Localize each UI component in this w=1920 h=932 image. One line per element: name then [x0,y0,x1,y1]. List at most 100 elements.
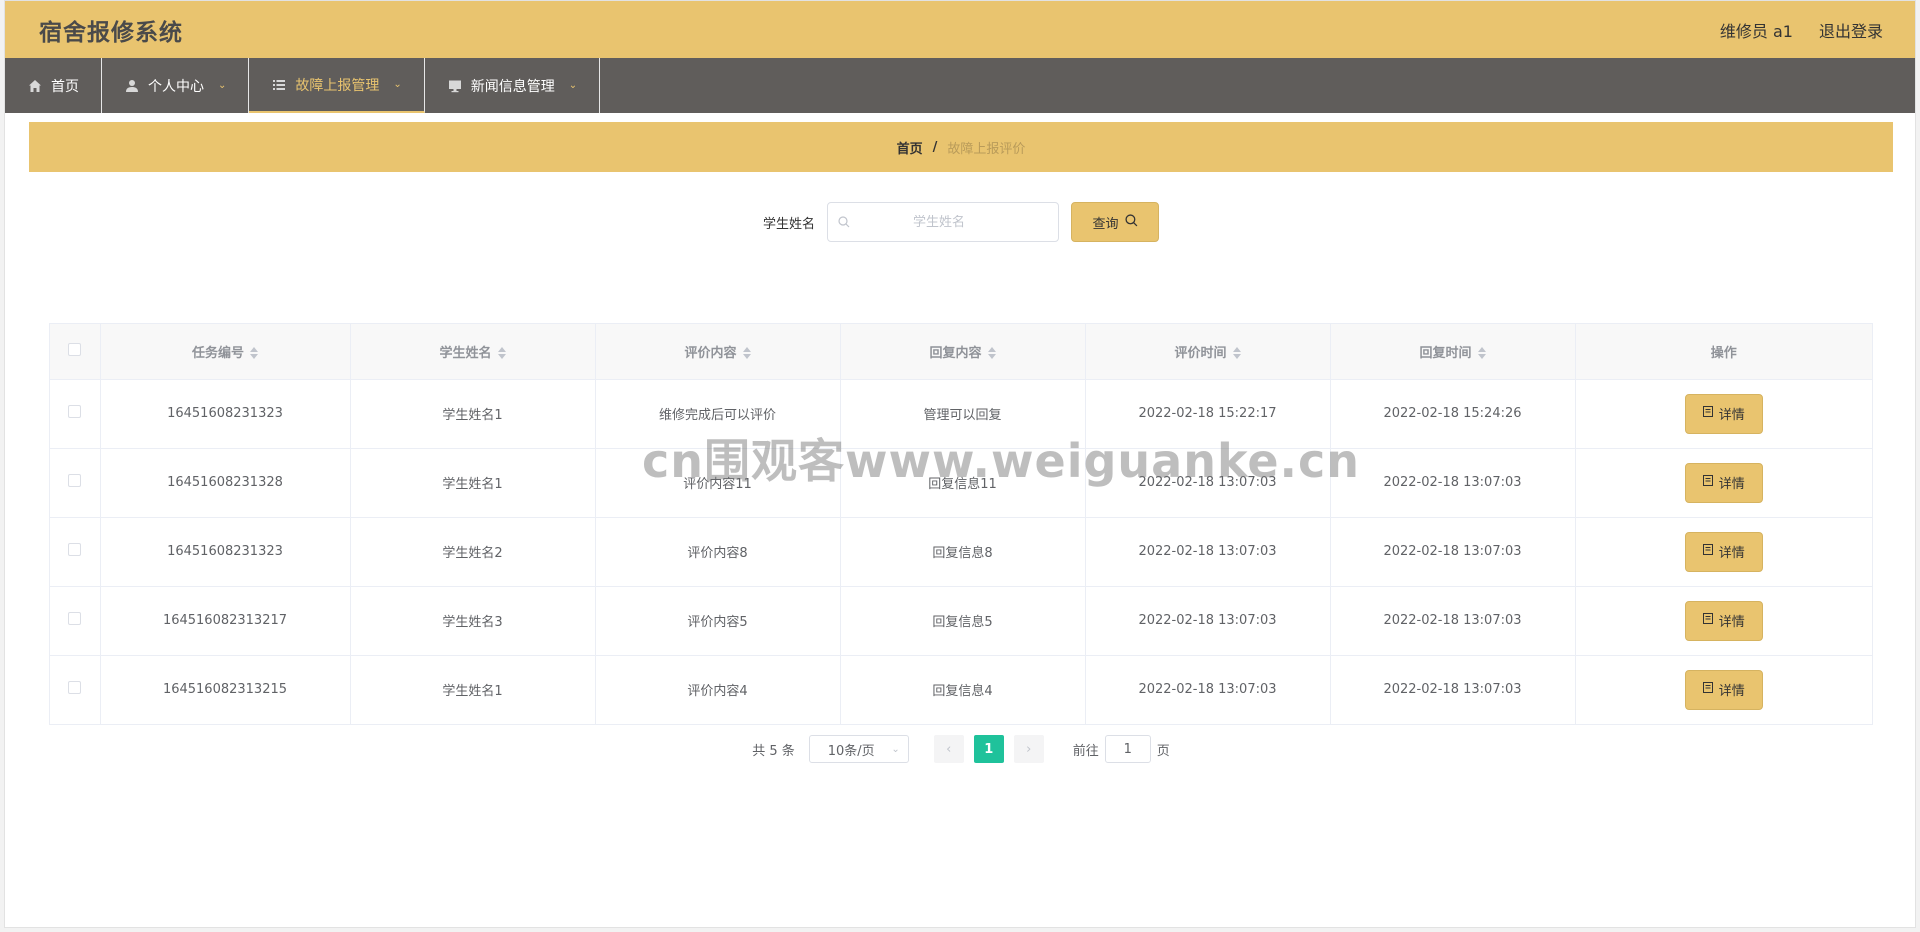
prev-page-button[interactable]: ‹ [933,735,964,763]
search-input[interactable] [850,214,1058,230]
column-header[interactable]: 回复内容 [840,324,1086,380]
document-icon [1702,544,1713,559]
reply-cell: 回复信息11 [840,448,1086,518]
page-size-select[interactable]: 10条/页 ⌄ [808,735,909,763]
breadcrumb: 首页 / 故障上报评价 [29,122,1893,172]
row-checkbox[interactable] [68,543,82,556]
column-header: 操作 [1575,324,1872,380]
nav-item-fault-report[interactable]: 故障上报管理 ⌄ [249,58,425,113]
chevron-left-icon: ‹ [946,741,952,757]
task-no-cell: 16451608231328 [100,448,351,518]
chevron-right-icon: › [1026,741,1032,757]
goto-page-input[interactable] [1104,735,1151,763]
search-icon [838,213,850,232]
reply-cell: 回复信息8 [840,517,1086,587]
review-time-cell: 2022-02-18 15:22:17 [1085,379,1331,449]
column-header[interactable]: 学生姓名 [350,324,596,380]
student-cell: 学生姓名1 [350,448,596,518]
row-checkbox[interactable] [68,681,82,695]
nav-label: 故障上报管理 [295,77,380,94]
review-time-cell: 2022-02-18 13:07:03 [1085,517,1331,587]
select-all-cell [50,324,101,380]
review-time-cell: 2022-02-18 13:07:03 [1085,448,1331,518]
chevron-down-icon: ⌄ [218,80,227,91]
page-number-current[interactable]: 1 [973,735,1004,763]
detail-button[interactable]: 详情 [1684,669,1763,710]
review-cell: 评价内容11 [595,448,841,518]
goto-page: 前往 页 [1073,735,1170,763]
user-icon [124,78,140,94]
sort-icon[interactable] [987,347,996,360]
chevron-down-icon: ⌄ [393,79,402,90]
column-header[interactable]: 评价内容 [595,324,841,380]
row-checkbox[interactable] [68,474,82,487]
reply-time-cell: 2022-02-18 13:07:03 [1330,448,1576,518]
student-cell: 学生姓名1 [350,655,596,724]
chevron-down-icon: ⌄ [891,743,900,755]
document-icon [1702,682,1713,697]
sort-icon[interactable] [1232,347,1241,360]
table-row: 16451608231328 学生姓名1 评价内容11 回复信息11 2022-… [50,448,1872,518]
column-header[interactable]: 任务编号 [100,324,351,380]
task-no-cell: 16451608231323 [100,517,351,587]
sort-icon[interactable] [250,347,258,360]
reply-time-cell: 2022-02-18 13:07:03 [1330,517,1576,587]
row-checkbox[interactable] [68,612,82,625]
document-icon [1702,406,1713,421]
monitor-icon [447,78,463,94]
query-button-label: 查询 [1092,216,1119,232]
table-row: 16451608231323 学生姓名2 评价内容8 回复信息8 2022-02… [50,517,1872,587]
app-window: 宿舍报修系统 维修员 a1 退出登录 首页 个人中心 ⌄ 故障上报管理 ⌄ 新闻… [4,0,1916,928]
user-area: 维修员 a1 退出登录 [1720,18,1883,42]
select-all-checkbox[interactable] [68,342,82,356]
column-header[interactable]: 回复时间 [1330,324,1576,380]
search-bar: 学生姓名 查询 [29,202,1893,242]
next-page-button[interactable]: › [1013,735,1044,763]
detail-button[interactable]: 详情 [1684,600,1763,641]
reply-cell: 回复信息5 [840,586,1086,656]
detail-button[interactable]: 详情 [1684,462,1763,503]
query-button[interactable]: 查询 [1071,202,1159,242]
search-label: 学生姓名 [762,216,815,232]
pagination: 共 5 条 10条/页 ⌄ ‹ 1 › 前往 页 [29,735,1893,763]
student-cell: 学生姓名2 [350,517,596,587]
main-nav: 首页 个人中心 ⌄ 故障上报管理 ⌄ 新闻信息管理 ⌄ [5,58,1915,113]
review-cell: 维修完成后可以评价 [595,379,841,449]
app-title: 宿舍报修系统 [39,19,183,46]
top-header: 宿舍报修系统 维修员 a1 退出登录 [5,1,1915,58]
sort-icon[interactable] [497,347,506,360]
total-count: 共 5 条 [752,743,795,759]
nav-label: 新闻信息管理 [470,78,555,95]
task-no-cell: 16451608231323 [100,379,351,449]
nav-label: 个人中心 [148,78,204,95]
nav-item-home[interactable]: 首页 [5,58,102,113]
list-icon [271,77,287,93]
review-time-cell: 2022-02-18 13:07:03 [1085,586,1331,656]
chevron-down-icon: ⌄ [568,80,578,91]
search-field [827,202,1059,242]
main-content: 学生姓名 查询 [29,182,1893,782]
breadcrumb-home[interactable]: 首页 [897,138,923,157]
current-user[interactable]: 维修员 a1 [1720,18,1793,42]
document-icon [1702,613,1713,628]
detail-button[interactable]: 详情 [1684,393,1763,434]
sort-icon[interactable] [742,347,751,360]
student-cell: 学生姓名3 [350,586,596,656]
reply-time-cell: 2022-02-18 15:24:26 [1330,379,1576,449]
row-checkbox[interactable] [68,405,82,418]
nav-item-personal[interactable]: 个人中心 ⌄ [102,58,250,113]
reply-cell: 管理可以回复 [840,379,1086,449]
reply-cell: 回复信息4 [840,655,1086,724]
task-no-cell: 164516082313215 [100,655,351,724]
home-icon [27,78,43,94]
task-no-cell: 164516082313217 [100,586,351,656]
nav-item-news[interactable]: 新闻信息管理 ⌄ [425,58,601,113]
review-cell: 评价内容8 [595,517,841,587]
detail-button[interactable]: 详情 [1684,531,1763,572]
nav-label: 首页 [51,78,79,95]
sort-icon[interactable] [1477,347,1486,360]
column-header[interactable]: 评价时间 [1085,324,1331,380]
review-cell: 评价内容5 [595,586,841,656]
table-row: 164516082313217 学生姓名3 评价内容5 回复信息5 2022-0… [50,586,1872,656]
logout-link[interactable]: 退出登录 [1819,18,1883,42]
